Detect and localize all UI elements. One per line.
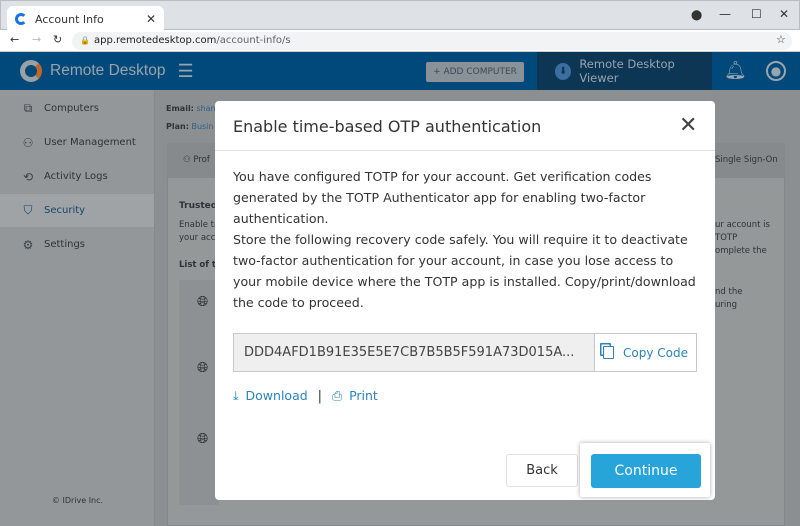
download-label: Download [245, 388, 308, 403]
copy-icon [603, 346, 614, 359]
avatar-icon[interactable]: ● [766, 61, 786, 81]
tab-single-sign-on[interactable]: Single Sign-On [715, 155, 778, 165]
right-text-2: TOTP [715, 233, 738, 243]
logo-icon [20, 60, 42, 82]
globe-icon: 🌐︎ [197, 360, 209, 376]
modal-paragraph-2: Store the following recovery code safely… [233, 232, 696, 310]
add-computer-button[interactable]: + ADD COMPUTER [426, 62, 524, 82]
right-text-4: nd the [715, 287, 743, 297]
print-link[interactable]: ⎙ Print [332, 388, 378, 404]
browser-tab[interactable]: Account Info ✕ [7, 6, 164, 32]
url-path: /account-info/s [216, 35, 291, 46]
recovery-code: DDD4AFD1B91E35E5E7CB7B5B5F591A73D015A... [234, 334, 595, 371]
continue-button[interactable]: Continue [591, 454, 701, 488]
bell-icon[interactable]: 🔔︎ [724, 60, 747, 81]
globe-icon: 🌐︎ [197, 431, 209, 447]
address-bar: ← → ↻ 🔒 app.remotedesktop.com/account-inf… [0, 30, 800, 52]
sidebar-item-label: Activity Logs [44, 171, 108, 182]
plan-label: Plan: [166, 122, 189, 131]
profile-dropdown-icon[interactable]: ⬤ [691, 10, 702, 21]
url-field[interactable]: 🔒 app.remotedesktop.com/account-info/s [72, 32, 792, 50]
hamburger-menu-icon[interactable]: ☰ [177, 61, 193, 82]
code-actions: ⤓ Download | ⎙ Print [233, 388, 378, 404]
forward-nav-icon[interactable]: → [32, 33, 41, 46]
bookmark-star-icon[interactable]: ☆ [776, 33, 786, 46]
back-nav-icon[interactable]: ← [10, 33, 19, 46]
copy-code-label: Copy Code [623, 345, 688, 360]
sidebar-item-label: Security [44, 205, 86, 216]
download-icon: ⤓ [233, 388, 239, 403]
section-desc-2: your acc [179, 233, 216, 243]
plan-row: Plan: Busin [166, 122, 213, 131]
browser-tab-bar: Account Info ✕ ⬤ — ☐ ✕ [0, 0, 800, 32]
copy-code-button[interactable]: Copy Code [595, 334, 696, 371]
right-text-1: ur account is [715, 220, 770, 230]
computers-icon: ⧉ [23, 101, 33, 115]
close-icon[interactable]: ✕ [679, 113, 697, 138]
sidebar-item-settings[interactable]: ⚙ Settings [0, 228, 154, 261]
maximize-icon[interactable]: ☐ [751, 7, 762, 21]
back-button[interactable]: Back [506, 454, 578, 487]
remote-desktop-viewer-button[interactable]: ⬇ Remote Desktop Viewer [537, 52, 712, 90]
modal-title: Enable time-based OTP authentication [233, 117, 542, 136]
download-link[interactable]: ⤓ Download [233, 388, 308, 404]
sidebar-item-user-management[interactable]: ⚇ User Management [0, 126, 154, 159]
modal-paragraph-1: You have configured TOTP for your accoun… [233, 169, 652, 226]
email-row: Email: shan [166, 104, 216, 113]
sidebar-item-label: User Management [44, 137, 136, 148]
user-icon: ⚇ [22, 135, 34, 150]
tab-profile-label: Prof [193, 155, 210, 165]
sidebar-item-security[interactable]: ⛉ Security [0, 194, 154, 227]
email-label: Email: [166, 104, 194, 113]
plan-value: Busin [191, 122, 214, 131]
sidebar-item-label: Settings [44, 239, 86, 250]
recovery-code-box: DDD4AFD1B91E35E5E7CB7B5B5F591A73D015A...… [233, 333, 697, 372]
sidebar-item-activity-logs[interactable]: ⟲ Activity Logs [0, 160, 154, 193]
sidebar-item-computers[interactable]: ⧉ Computers [0, 92, 154, 125]
url-host: app.remotedesktop.com [94, 35, 217, 46]
tab-profile[interactable]: ⚇ Prof [183, 155, 210, 165]
printer-icon: ⎙ [332, 388, 343, 403]
sidebar-item-label: Computers [44, 103, 99, 114]
shield-icon: ⛉ [23, 203, 33, 217]
tab-title: Account Info [35, 12, 104, 26]
email-value: shan [196, 104, 216, 113]
minimize-icon[interactable]: — [719, 7, 731, 21]
reload-icon[interactable]: ↻ [53, 33, 62, 46]
divider [215, 150, 715, 151]
close-window-icon[interactable]: ✕ [779, 7, 789, 21]
right-text-3: omplete the [715, 246, 767, 256]
separator: | [317, 388, 323, 404]
print-label: Print [349, 388, 378, 403]
gear-icon: ⚙ [22, 237, 34, 252]
brand-name: Remote Desktop [50, 62, 166, 79]
copyright: © IDrive Inc. [51, 496, 104, 505]
lock-icon: 🔒 [80, 36, 90, 45]
favicon-icon [15, 13, 27, 25]
trusted-list [179, 280, 219, 505]
download-icon: ⬇ [555, 62, 572, 80]
section-desc-1: Enable tr [179, 220, 218, 230]
close-tab-icon[interactable]: ✕ [146, 12, 156, 26]
globe-icon: 🌐︎ [197, 294, 209, 310]
list-title: List of tr [179, 260, 221, 270]
totp-modal: Enable time-based OTP authentication ✕ Y… [215, 101, 715, 500]
logo[interactable]: Remote Desktop ☰ [20, 60, 194, 82]
viewer-label: Remote Desktop Viewer [579, 57, 675, 85]
history-icon: ⟲ [22, 169, 34, 184]
right-text-5: uring [715, 300, 738, 310]
section-title: Trusted [179, 201, 218, 211]
sidebar: ⧉ Computers ⚇ User Management ⟲ Activity Lo… [0, 90, 155, 526]
